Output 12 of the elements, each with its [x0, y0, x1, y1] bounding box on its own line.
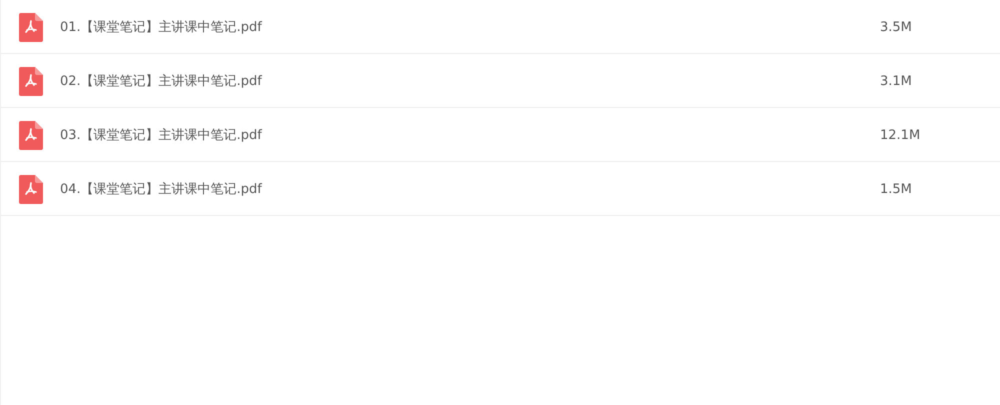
- file-size: 3.1M: [880, 74, 912, 88]
- file-name[interactable]: 02.【课堂笔记】主讲课中笔记.pdf: [60, 72, 880, 90]
- file-size: 1.5M: [880, 182, 912, 196]
- pdf-file-icon: [19, 12, 43, 42]
- file-name[interactable]: 04.【课堂笔记】主讲课中笔记.pdf: [60, 180, 880, 198]
- file-name[interactable]: 01.【课堂笔记】主讲课中笔记.pdf: [60, 18, 880, 36]
- pdf-file-icon: [19, 66, 43, 96]
- pdf-file-icon: [19, 174, 43, 204]
- file-name[interactable]: 03.【课堂笔记】主讲课中笔记.pdf: [60, 126, 880, 144]
- pdf-file-icon: [19, 120, 43, 150]
- file-size: 12.1M: [880, 128, 920, 142]
- file-size: 3.5M: [880, 20, 912, 34]
